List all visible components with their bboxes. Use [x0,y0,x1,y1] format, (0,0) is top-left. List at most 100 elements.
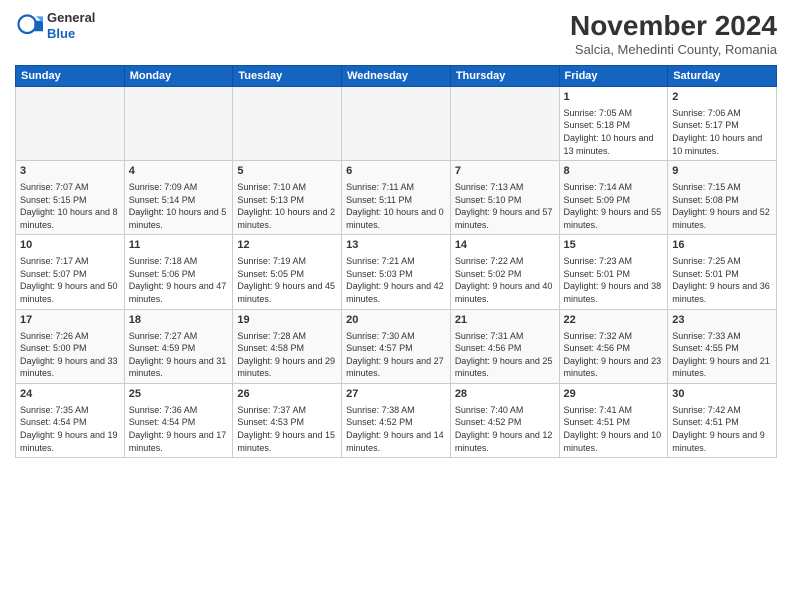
day-number: 2 [672,90,772,105]
day-info: Sunrise: 7:31 AM Sunset: 4:56 PM Dayligh… [455,330,555,380]
calendar-cell: 2 Sunrise: 7:06 AM Sunset: 5:17 PM Daylig… [668,87,777,161]
day-number: 3 [20,164,120,179]
day-info: Sunrise: 7:40 AM Sunset: 4:52 PM Dayligh… [455,404,555,454]
day-number: 8 [564,164,664,179]
day-info: Sunrise: 7:30 AM Sunset: 4:57 PM Dayligh… [346,330,446,380]
day-number: 23 [672,313,772,328]
day-number: 12 [237,238,337,253]
day-info: Sunrise: 7:14 AM Sunset: 5:09 PM Dayligh… [564,181,664,231]
day-info: Sunrise: 7:21 AM Sunset: 5:03 PM Dayligh… [346,255,446,305]
day-number: 22 [564,313,664,328]
day-info: Sunrise: 7:17 AM Sunset: 5:07 PM Dayligh… [20,255,120,305]
day-info: Sunrise: 7:09 AM Sunset: 5:14 PM Dayligh… [129,181,229,231]
day-info: Sunrise: 7:05 AM Sunset: 5:18 PM Dayligh… [564,107,664,157]
day-number: 5 [237,164,337,179]
calendar-cell: 4 Sunrise: 7:09 AM Sunset: 5:14 PM Daylig… [124,161,233,235]
calendar-cell: 7Sunrise: 7:13 AM Sunset: 5:10 PM Daylig… [450,161,559,235]
week-row-1: 1 Sunrise: 7:05 AM Sunset: 5:18 PM Daylig… [16,87,777,161]
day-number: 20 [346,313,446,328]
week-row-2: 3 Sunrise: 7:07 AM Sunset: 5:15 PM Daylig… [16,161,777,235]
day-info: Sunrise: 7:13 AM Sunset: 5:10 PM Dayligh… [455,181,555,231]
calendar-cell: 29Sunrise: 7:41 AM Sunset: 4:51 PM Dayli… [559,383,668,457]
day-number: 19 [237,313,337,328]
calendar-cell: 15Sunrise: 7:23 AM Sunset: 5:01 PM Dayli… [559,235,668,309]
day-number: 27 [346,387,446,402]
calendar-cell: 3 Sunrise: 7:07 AM Sunset: 5:15 PM Daylig… [16,161,125,235]
calendar-cell: 5 Sunrise: 7:10 AM Sunset: 5:13 PM Daylig… [233,161,342,235]
calendar-cell [124,87,233,161]
calendar-cell: 6 Sunrise: 7:11 AM Sunset: 5:11 PM Daylig… [342,161,451,235]
weekday-header-thursday: Thursday [450,66,559,87]
calendar-cell: 21 Sunrise: 7:31 AM Sunset: 4:56 PM Dayli… [450,309,559,383]
calendar-cell [16,87,125,161]
calendar-cell [342,87,451,161]
day-info: Sunrise: 7:22 AM Sunset: 5:02 PM Dayligh… [455,255,555,305]
day-info: Sunrise: 7:35 AM Sunset: 4:54 PM Dayligh… [20,404,120,454]
calendar-cell: 14Sunrise: 7:22 AM Sunset: 5:02 PM Dayli… [450,235,559,309]
day-number: 28 [455,387,555,402]
calendar-cell: 23 Sunrise: 7:33 AM Sunset: 4:55 PM Dayli… [668,309,777,383]
day-info: Sunrise: 7:36 AM Sunset: 4:54 PM Dayligh… [129,404,229,454]
day-number: 13 [346,238,446,253]
day-info: Sunrise: 7:33 AM Sunset: 4:55 PM Dayligh… [672,330,772,380]
calendar-cell: 24 Sunrise: 7:35 AM Sunset: 4:54 PM Dayli… [16,383,125,457]
day-number: 15 [564,238,664,253]
day-info: Sunrise: 7:07 AM Sunset: 5:15 PM Dayligh… [20,181,120,231]
calendar-cell: 26Sunrise: 7:37 AM Sunset: 4:53 PM Dayli… [233,383,342,457]
weekday-header-tuesday: Tuesday [233,66,342,87]
day-info: Sunrise: 7:42 AM Sunset: 4:51 PM Dayligh… [672,404,772,454]
day-info: Sunrise: 7:10 AM Sunset: 5:13 PM Dayligh… [237,181,337,231]
calendar-cell: 30 Sunrise: 7:42 AM Sunset: 4:51 PM Dayli… [668,383,777,457]
day-info: Sunrise: 7:32 AM Sunset: 4:56 PM Dayligh… [564,330,664,380]
calendar-cell: 11 Sunrise: 7:18 AM Sunset: 5:06 PM Dayli… [124,235,233,309]
logo-icon [15,12,43,40]
weekday-header-wednesday: Wednesday [342,66,451,87]
day-info: Sunrise: 7:38 AM Sunset: 4:52 PM Dayligh… [346,404,446,454]
day-info: Sunrise: 7:06 AM Sunset: 5:17 PM Dayligh… [672,107,772,157]
day-number: 30 [672,387,772,402]
day-number: 24 [20,387,120,402]
day-info: Sunrise: 7:26 AM Sunset: 5:00 PM Dayligh… [20,330,120,380]
day-info: Sunrise: 7:15 AM Sunset: 5:08 PM Dayligh… [672,181,772,231]
calendar-body: 1 Sunrise: 7:05 AM Sunset: 5:18 PM Daylig… [16,87,777,458]
day-number: 11 [129,238,229,253]
weekday-header-friday: Friday [559,66,668,87]
day-number: 1 [564,90,664,105]
calendar-cell: 22 Sunrise: 7:32 AM Sunset: 4:56 PM Dayli… [559,309,668,383]
calendar-cell: 13 Sunrise: 7:21 AM Sunset: 5:03 PM Dayli… [342,235,451,309]
weekday-header-monday: Monday [124,66,233,87]
week-row-4: 17Sunrise: 7:26 AM Sunset: 5:00 PM Dayli… [16,309,777,383]
calendar-cell [233,87,342,161]
day-number: 6 [346,164,446,179]
calendar-cell: 12 Sunrise: 7:19 AM Sunset: 5:05 PM Dayli… [233,235,342,309]
weekday-header-saturday: Saturday [668,66,777,87]
calendar-cell: 27 Sunrise: 7:38 AM Sunset: 4:52 PM Dayli… [342,383,451,457]
calendar-cell: 1 Sunrise: 7:05 AM Sunset: 5:18 PM Daylig… [559,87,668,161]
month-title: November 2024 [570,10,777,42]
day-number: 10 [20,238,120,253]
calendar-cell: 20 Sunrise: 7:30 AM Sunset: 4:57 PM Dayli… [342,309,451,383]
day-number: 9 [672,164,772,179]
day-info: Sunrise: 7:11 AM Sunset: 5:11 PM Dayligh… [346,181,446,231]
logo: General Blue [15,10,95,41]
weekday-header-sunday: Sunday [16,66,125,87]
day-number: 4 [129,164,229,179]
day-info: Sunrise: 7:19 AM Sunset: 5:05 PM Dayligh… [237,255,337,305]
calendar-cell: 19Sunrise: 7:28 AM Sunset: 4:58 PM Dayli… [233,309,342,383]
logo-general: General [47,10,95,26]
week-row-5: 24 Sunrise: 7:35 AM Sunset: 4:54 PM Dayli… [16,383,777,457]
week-row-3: 10 Sunrise: 7:17 AM Sunset: 5:07 PM Dayli… [16,235,777,309]
page: General Blue November 2024 Salcia, Mehed… [0,0,792,612]
header: General Blue November 2024 Salcia, Mehed… [15,10,777,57]
day-info: Sunrise: 7:27 AM Sunset: 4:59 PM Dayligh… [129,330,229,380]
day-number: 25 [129,387,229,402]
calendar-cell: 8 Sunrise: 7:14 AM Sunset: 5:09 PM Daylig… [559,161,668,235]
day-number: 21 [455,313,555,328]
day-number: 16 [672,238,772,253]
calendar-cell: 9 Sunrise: 7:15 AM Sunset: 5:08 PM Daylig… [668,161,777,235]
calendar-table: SundayMondayTuesdayWednesdayThursdayFrid… [15,65,777,458]
calendar-cell: 25 Sunrise: 7:36 AM Sunset: 4:54 PM Dayli… [124,383,233,457]
calendar-cell [450,87,559,161]
day-info: Sunrise: 7:18 AM Sunset: 5:06 PM Dayligh… [129,255,229,305]
calendar-cell: 28 Sunrise: 7:40 AM Sunset: 4:52 PM Dayli… [450,383,559,457]
